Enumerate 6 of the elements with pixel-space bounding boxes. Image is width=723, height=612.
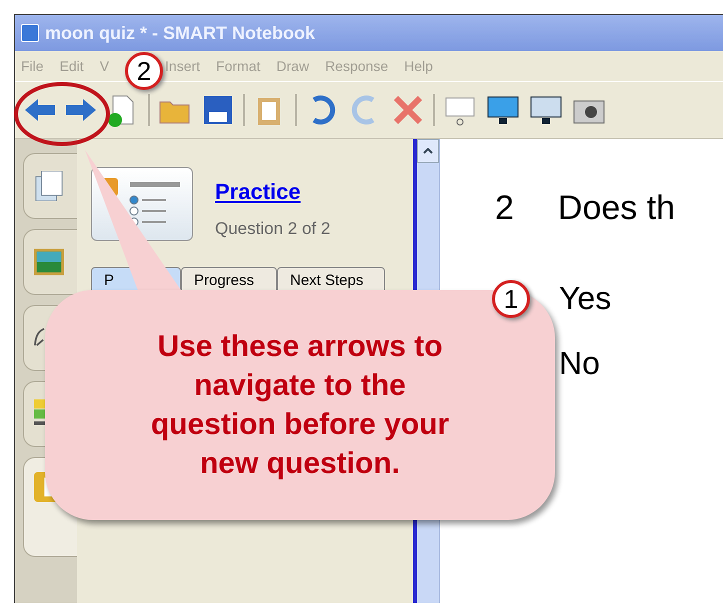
- answer-option: No: [559, 345, 600, 382]
- question-number: 2: [495, 189, 514, 228]
- window-title: moon quiz * - SMART Notebook: [45, 22, 315, 44]
- answer-option: Yes: [559, 280, 612, 317]
- question-text: Does th: [558, 189, 676, 228]
- question-count: Question 2 of 2: [215, 219, 330, 239]
